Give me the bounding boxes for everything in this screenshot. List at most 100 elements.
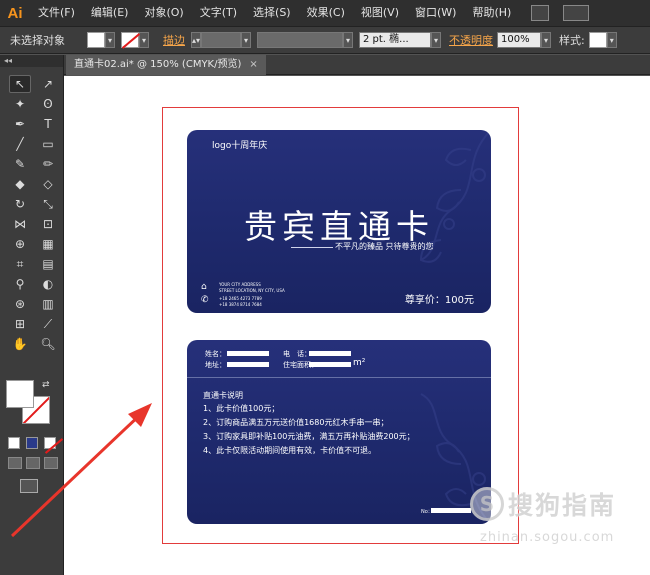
address-field-line bbox=[227, 362, 269, 367]
name-label: 姓名： bbox=[205, 350, 226, 358]
menu-edit[interactable]: 编辑(E) bbox=[83, 0, 137, 26]
free-transform-tool[interactable]: ⊡ bbox=[37, 215, 59, 233]
term-item: 2、订购商品满五万元送价值1680元红木手串一串； bbox=[203, 418, 389, 427]
tools-panel: ◂◂ ↖ ↗ ✦ ʘ ✒ T ╱ ▭ ✎ ✏ ◆ ◇ ↻ ⤡ ⋈ ⊡ ⊕ ▦ ⌗ ▤ ⚲ ◐ ⊛ ▥ ⊞ ⟋ ✋ 🔍︎ ⇄ bbox=[0, 55, 64, 575]
area-unit: m² bbox=[353, 358, 366, 368]
stroke-swatch-dropdown[interactable]: ▾ bbox=[139, 32, 149, 48]
color-mode-button[interactable] bbox=[8, 437, 20, 449]
perspective-grid-tool[interactable]: ▦ bbox=[37, 235, 59, 253]
draw-inside-button[interactable] bbox=[44, 457, 58, 469]
address-line: STREET LOCATION, NY CITY, USA bbox=[219, 288, 285, 293]
rectangle-tool[interactable]: ▭ bbox=[37, 135, 59, 153]
phone-icon: ✆ bbox=[201, 295, 209, 305]
eyedropper-tool[interactable]: ⚲ bbox=[9, 275, 31, 293]
hand-tool[interactable]: ✋ bbox=[9, 335, 31, 353]
home-icon: ⌂ bbox=[201, 282, 207, 292]
variable-width-profile[interactable] bbox=[257, 32, 343, 48]
variable-width-dropdown[interactable]: ▾ bbox=[343, 32, 353, 48]
graphic-style-swatch[interactable] bbox=[588, 32, 607, 48]
control-bar: 未选择对象 ▾ ▾ 描边 ▴▾ ▾ ▾ 2 pt. 椭... ▾ 不透明度 10… bbox=[0, 26, 650, 54]
stroke-label[interactable]: 描边 bbox=[163, 32, 185, 48]
term-item: 1、此卡价值100元； bbox=[203, 404, 280, 413]
bridge-button[interactable] bbox=[531, 5, 550, 21]
gradient-mode-button[interactable] bbox=[26, 437, 38, 449]
scale-tool[interactable]: ⤡ bbox=[37, 195, 59, 213]
watermark: S 搜狗指南 bbox=[470, 486, 616, 522]
area-field-line bbox=[309, 362, 351, 367]
opacity-field[interactable]: 100% bbox=[497, 32, 541, 48]
menu-effect[interactable]: 效果(C) bbox=[299, 0, 353, 26]
card-slogan: 不平凡的臻品 只待尊贵的您 bbox=[335, 242, 434, 251]
line-tool[interactable]: ╱ bbox=[9, 135, 31, 153]
menu-select[interactable]: 选择(S) bbox=[245, 0, 299, 26]
card-front[interactable]: logo十周年庆 贵宾直通卡 不平凡的臻品 只待尊贵的您 ⌂ ✆ YOUR CI… bbox=[187, 130, 491, 313]
app-logo: Ai bbox=[7, 4, 23, 22]
blend-tool[interactable]: ◐ bbox=[37, 275, 59, 293]
pencil-tool[interactable]: ✏ bbox=[37, 155, 59, 173]
mesh-tool[interactable]: ⌗ bbox=[9, 255, 31, 273]
screen-mode-button[interactable] bbox=[20, 479, 38, 493]
arrange-documents-button[interactable] bbox=[563, 5, 590, 21]
pen-tool[interactable]: ✒ bbox=[9, 115, 31, 133]
symbol-sprayer-tool[interactable]: ⊛ bbox=[9, 295, 31, 313]
color-mode-row bbox=[8, 437, 56, 449]
stroke-weight-spinner[interactable]: ▴▾ bbox=[191, 32, 201, 48]
drawing-modes bbox=[8, 457, 58, 469]
paintbrush-tool[interactable]: ✎ bbox=[9, 155, 31, 173]
draw-normal-button[interactable] bbox=[8, 457, 22, 469]
zoom-tool[interactable]: 🔍︎ bbox=[37, 335, 59, 353]
document-tab[interactable]: 直通卡02.ai* @ 150% (CMYK/预览) × bbox=[66, 55, 266, 75]
menu-help[interactable]: 帮助(H) bbox=[464, 0, 519, 26]
menu-bar: Ai 文件(F) 编辑(E) 对象(O) 文字(T) 选择(S) 效果(C) 视… bbox=[0, 0, 650, 26]
blob-brush-tool[interactable]: ◆ bbox=[9, 175, 31, 193]
slice-tool[interactable]: ⟋ bbox=[37, 315, 59, 333]
shape-builder-tool[interactable]: ⊕ bbox=[9, 235, 31, 253]
swap-fill-stroke-icon[interactable]: ⇄ bbox=[42, 380, 50, 390]
menu-file[interactable]: 文件(F) bbox=[30, 0, 83, 26]
close-icon[interactable]: × bbox=[249, 55, 257, 75]
name-field-line bbox=[227, 351, 269, 356]
selection-tool[interactable]: ↖ bbox=[9, 75, 31, 93]
fill-dropdown[interactable]: ▾ bbox=[105, 32, 115, 48]
menu-window[interactable]: 窗口(W) bbox=[407, 0, 464, 26]
direct-selection-tool[interactable]: ↗ bbox=[37, 75, 59, 93]
type-tool[interactable]: T bbox=[37, 115, 59, 133]
card-back[interactable]: 姓名： 电 话： 地址： 住宅面积： m² 直通卡说明 1、此卡价值100元； … bbox=[187, 340, 491, 524]
term-item: 3、订购家具即补贴100元油费，满五万再补贴油费200元； bbox=[203, 432, 415, 441]
opacity-label[interactable]: 不透明度 bbox=[449, 32, 493, 48]
opacity-dropdown[interactable]: ▾ bbox=[541, 32, 551, 48]
document-tab-title: 直通卡02.ai* @ 150% (CMYK/预览) bbox=[74, 59, 242, 70]
stroke-weight-field[interactable] bbox=[201, 32, 241, 48]
eraser-tool[interactable]: ◇ bbox=[37, 175, 59, 193]
column-graph-tool[interactable]: ▥ bbox=[37, 295, 59, 313]
term-item: 4、此卡仅限活动期间使用有效，卡价值不可退。 bbox=[203, 446, 377, 455]
card-price: 尊享价：100元 bbox=[404, 295, 474, 306]
menu-view[interactable]: 视图(V) bbox=[353, 0, 407, 26]
artboard-tool[interactable]: ⊞ bbox=[9, 315, 31, 333]
tools-panel-collapse[interactable]: ◂◂ bbox=[0, 55, 63, 67]
illustrator-window: Ai 文件(F) 编辑(E) 对象(O) 文字(T) 选择(S) 效果(C) 视… bbox=[0, 0, 650, 575]
magic-wand-tool[interactable]: ✦ bbox=[9, 95, 31, 113]
menu-object[interactable]: 对象(O) bbox=[136, 0, 191, 26]
stroke-swatch[interactable] bbox=[121, 32, 139, 48]
terms-title: 直通卡说明 bbox=[203, 391, 243, 400]
draw-behind-button[interactable] bbox=[26, 457, 40, 469]
fill-swatch[interactable] bbox=[87, 32, 105, 48]
address-label: 地址： bbox=[205, 361, 226, 369]
fill-stroke-widget: ⇄ bbox=[6, 380, 56, 428]
stroke-weight-dropdown[interactable]: ▾ bbox=[241, 32, 251, 48]
style-label: 样式: bbox=[559, 34, 585, 47]
card-divider bbox=[187, 377, 491, 378]
brush-definition[interactable]: 2 pt. 椭... bbox=[359, 32, 431, 48]
lasso-tool[interactable]: ʘ bbox=[37, 95, 59, 113]
brush-definition-dropdown[interactable]: ▾ bbox=[431, 32, 441, 48]
rotate-tool[interactable]: ↻ bbox=[9, 195, 31, 213]
fill-color-box[interactable] bbox=[6, 380, 34, 408]
card-logo-text: logo十周年庆 bbox=[212, 141, 268, 151]
menu-type[interactable]: 文字(T) bbox=[192, 0, 245, 26]
watermark-text: 搜狗指南 bbox=[508, 491, 617, 520]
graphic-style-dropdown[interactable]: ▾ bbox=[606, 32, 617, 48]
gradient-tool[interactable]: ▤ bbox=[37, 255, 59, 273]
width-tool[interactable]: ⋈ bbox=[9, 215, 31, 233]
none-mode-button[interactable] bbox=[44, 437, 56, 449]
